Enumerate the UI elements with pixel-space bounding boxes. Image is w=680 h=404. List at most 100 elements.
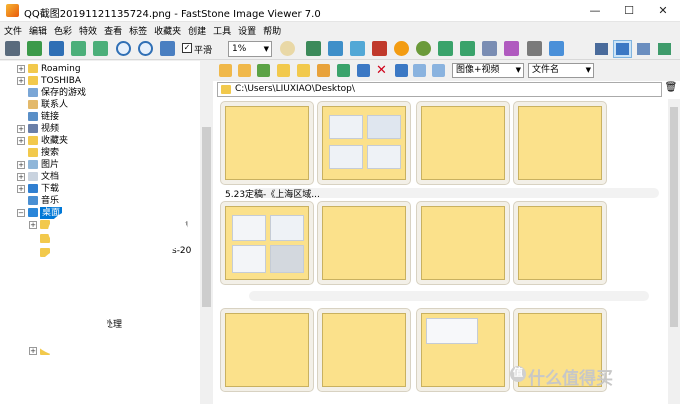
tree-item-toshiba[interactable]: + TOSHIBA [17, 75, 197, 87]
open-file-icon[interactable] [27, 41, 42, 56]
thumbnail-item[interactable] [513, 201, 607, 285]
brightness-icon[interactable] [394, 41, 409, 56]
next-image-icon[interactable] [93, 41, 108, 56]
rotate-left-icon[interactable] [438, 41, 453, 56]
search-folder-icon [28, 148, 38, 157]
expand-icon[interactable]: + [29, 347, 37, 355]
menu-create[interactable]: 创建 [184, 22, 209, 37]
menu-effects[interactable]: 特效 [75, 22, 100, 37]
save-icon[interactable] [49, 41, 64, 56]
rotate-right-icon[interactable] [460, 41, 475, 56]
maximize-button[interactable]: ☐ [612, 0, 646, 22]
tree-item-pictures[interactable]: + 图片 [17, 159, 197, 171]
path-field[interactable]: C:\Users\LIUXIAO\Desktop\ [217, 82, 662, 97]
view-browser-button[interactable] [592, 40, 611, 58]
thumbnail-item[interactable] [220, 201, 314, 285]
resize-icon[interactable] [306, 41, 321, 56]
thumbnail-item[interactable] [317, 308, 411, 392]
menu-view[interactable]: 查看 [100, 22, 125, 37]
tree-item-links[interactable]: 链接 [17, 111, 197, 123]
hand-tool-icon[interactable] [280, 41, 295, 56]
thumbnail-item[interactable] [317, 201, 411, 285]
smooth-checkbox[interactable]: ✓ [182, 43, 192, 53]
expand-icon[interactable]: + [17, 161, 25, 169]
thumbnail-item[interactable] [416, 308, 510, 392]
tree-label: 图片 [41, 160, 60, 170]
thumbnail-item[interactable] [513, 101, 607, 185]
tree-scrollbar-thumb[interactable] [202, 127, 211, 307]
folder-thumb [421, 206, 505, 280]
zoom-out-icon[interactable] [138, 41, 153, 56]
zoom-in-icon[interactable] [116, 41, 131, 56]
menu-color[interactable]: 色彩 [50, 22, 75, 37]
filter-select[interactable]: 图像+视频 ▼ [452, 63, 524, 78]
print-icon[interactable] [527, 41, 542, 56]
tree-item-search[interactable]: 搜索 [17, 147, 197, 159]
menu-edit[interactable]: 编辑 [25, 22, 50, 37]
camera-icon[interactable] [5, 41, 20, 56]
expand-icon[interactable]: + [17, 77, 25, 85]
sort-select[interactable]: 文件名 ▼ [528, 63, 594, 78]
minimize-button[interactable]: — [578, 0, 612, 22]
menu-favorites[interactable]: 收藏夹 [150, 22, 184, 37]
expand-icon[interactable]: + [17, 65, 25, 73]
tree-item-videos[interactable]: + 视频 [17, 123, 197, 135]
view-single-button[interactable] [634, 40, 653, 58]
grid-scrollbar[interactable] [668, 99, 680, 404]
close-button[interactable]: ✕ [646, 0, 680, 22]
thumbnail-item[interactable] [416, 101, 510, 185]
tree-label: Roaming [41, 64, 81, 74]
expand-icon[interactable]: + [17, 125, 25, 133]
menu-tags[interactable]: 标签 [125, 22, 150, 37]
thumbnail-item[interactable] [317, 101, 411, 185]
actual-size-icon[interactable] [160, 41, 175, 56]
menu-file[interactable]: 文件 [0, 22, 25, 37]
email-icon[interactable] [549, 41, 564, 56]
collapse-icon[interactable]: − [17, 209, 25, 217]
grid-scrollbar-thumb[interactable] [670, 107, 678, 327]
menu-bar: 文件 编辑 色彩 特效 查看 标签 收藏夹 创建 工具 设置 帮助 [0, 22, 680, 38]
expand-icon[interactable]: + [17, 173, 25, 181]
text-icon[interactable] [482, 41, 497, 56]
zoom-select[interactable]: 1% ▼ [228, 41, 272, 57]
new-folder-icon[interactable] [297, 64, 310, 77]
thumbnail-size-icon[interactable] [413, 64, 426, 77]
path-value: C:\Users\LIUXIAO\Desktop\ [235, 84, 355, 94]
slideshow-icon[interactable] [504, 41, 519, 56]
trash-icon[interactable]: 🗑 [664, 82, 678, 97]
delete-icon[interactable]: ✕ [375, 64, 388, 77]
copy-to-icon[interactable] [317, 64, 330, 77]
select-all-icon[interactable] [395, 64, 408, 77]
tree-item-documents[interactable]: + 文档 [17, 171, 197, 183]
view-thumbnails-button[interactable] [613, 40, 632, 58]
red-eye-icon[interactable] [372, 41, 387, 56]
menu-tools[interactable]: 工具 [209, 22, 234, 37]
prev-image-icon[interactable] [71, 41, 86, 56]
fullscreen-button[interactable] [655, 40, 674, 58]
refresh-icon[interactable] [357, 64, 370, 77]
move-to-icon[interactable] [337, 64, 350, 77]
crop-icon[interactable] [328, 41, 343, 56]
details-view-icon[interactable] [432, 64, 445, 77]
tree-item-roaming[interactable]: + Roaming [17, 63, 197, 75]
copy-icon[interactable] [350, 41, 365, 56]
favorite-folder-icon[interactable] [277, 64, 290, 77]
thumbnail-item[interactable] [416, 201, 510, 285]
expand-icon[interactable]: + [29, 221, 37, 229]
up-folder-icon[interactable] [257, 64, 270, 77]
title-bar: QQ截图20191121135724.png - FastStone Image… [0, 0, 680, 22]
back-arrow-icon[interactable] [219, 64, 232, 77]
tree-item-contacts[interactable]: 联系人 [17, 99, 197, 111]
expand-icon[interactable]: + [17, 185, 25, 193]
expand-icon[interactable]: + [17, 137, 25, 145]
tree-item-downloads[interactable]: + 下载 [17, 183, 197, 195]
effects-icon[interactable] [416, 41, 431, 56]
tree-item-favorites[interactable]: + 收藏夹 [17, 135, 197, 147]
folder-thumb [322, 106, 406, 180]
thumbnail-item[interactable] [220, 308, 314, 392]
tree-item-saved-games[interactable]: 保存的游戏 [17, 87, 197, 99]
menu-help[interactable]: 帮助 [259, 22, 284, 37]
thumbnail-item[interactable] [220, 101, 314, 185]
menu-settings[interactable]: 设置 [234, 22, 259, 37]
forward-arrow-icon[interactable] [238, 64, 251, 77]
